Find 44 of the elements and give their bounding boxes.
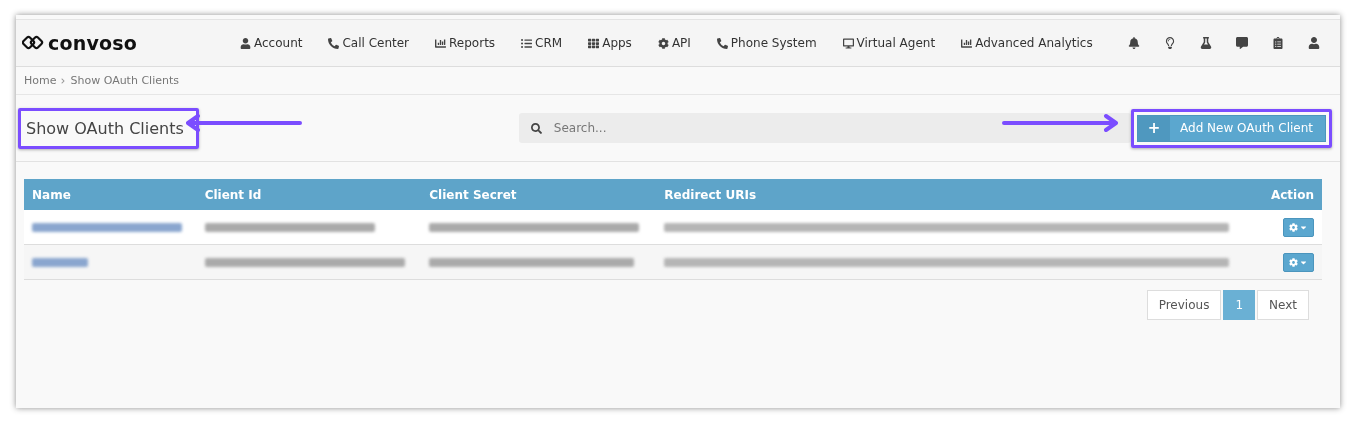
user-icon[interactable] [1308,37,1320,49]
blurred-text [32,257,88,267]
action-menu-button[interactable] [1283,217,1314,237]
nav-link[interactable]: Reports [435,36,496,50]
nav-link[interactable]: Phone System [716,36,817,50]
brand-name: convoso [48,32,138,54]
nav-link[interactable]: Call Center [328,36,410,50]
gear-icon [657,37,669,49]
bar-chart-icon [435,37,447,49]
column-header: Action [1260,179,1322,210]
bell-icon[interactable] [1128,37,1140,49]
pagination-link[interactable]: Previous [1146,290,1222,320]
flask-icon[interactable] [1200,37,1212,49]
column-header: Client Secret [421,179,657,210]
breadcrumb-item: Show OAuth Clients [70,74,179,87]
user-icon [240,37,251,49]
search-icon [530,122,542,134]
nav-link[interactable]: Advanced Analytics [961,36,1093,50]
breadcrumb-item[interactable]: Home [24,74,57,87]
column-header: Client Id [196,179,422,210]
bar-chart-icon [961,37,973,49]
column-header: Name [24,179,197,210]
gear-icon [1289,222,1298,232]
nav-link[interactable]: Virtual Agent [842,36,936,50]
chevron-icon [60,77,67,84]
page-title: Show OAuth Clients [25,117,185,140]
clipboard-icon[interactable] [1272,37,1284,49]
list-icon [521,37,533,49]
pagination-link[interactable]: Next [1257,290,1309,320]
search-field[interactable]: Search... [518,113,1132,143]
lightbulb-icon[interactable] [1164,37,1176,49]
nav-link[interactable]: Apps [588,36,632,50]
nav-link[interactable]: API [657,36,691,50]
phone-icon [328,37,340,49]
gear-icon [1289,257,1298,267]
phone-icon [716,37,728,49]
nav-link[interactable]: Account [240,36,303,50]
nav-link[interactable]: CRM [521,36,563,50]
search-input[interactable]: Search... [551,120,1116,136]
grid-icon [588,37,600,49]
action-menu-button[interactable] [1283,252,1314,272]
chat-icon[interactable] [1236,37,1248,49]
column-header: Redirect URIs [656,179,1261,210]
monitor-icon [842,37,854,49]
